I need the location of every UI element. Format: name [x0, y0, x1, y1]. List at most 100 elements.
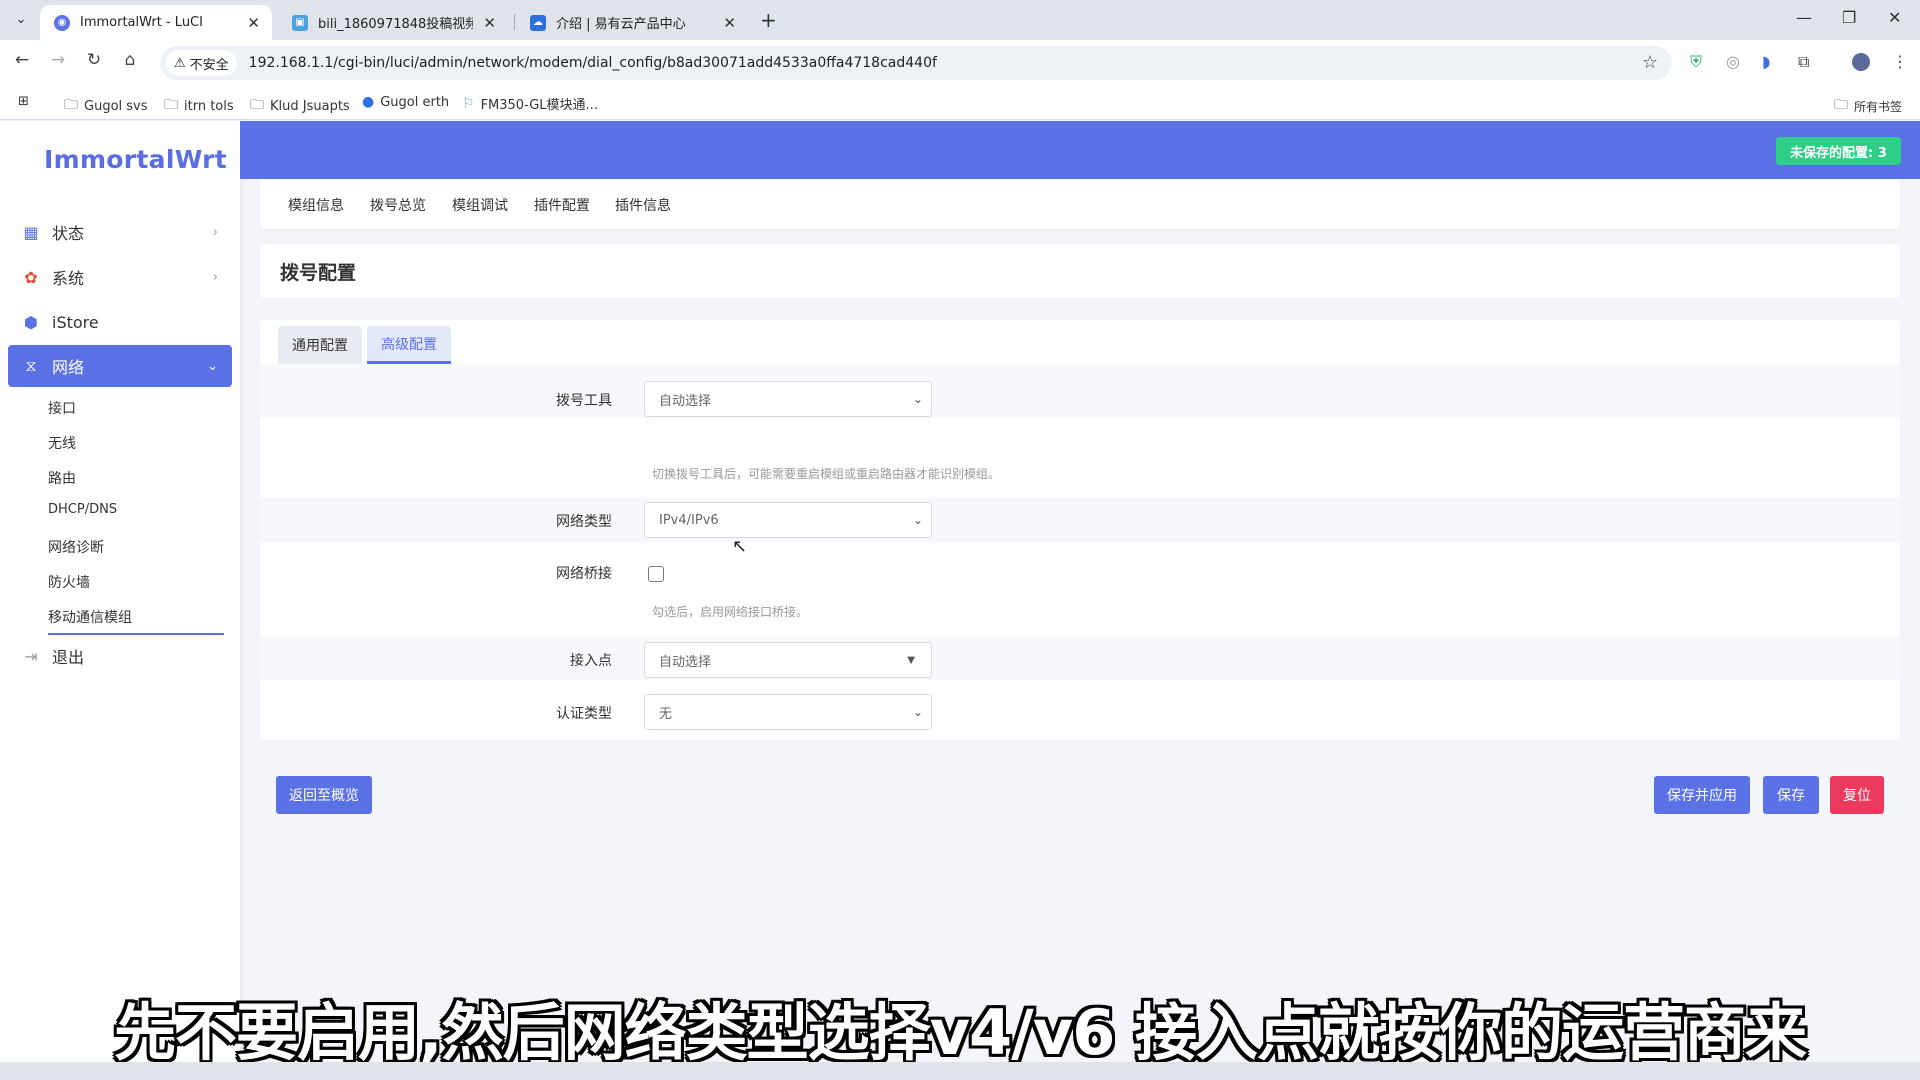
extensions-puzzle-icon[interactable]: ⧉: [1798, 52, 1809, 72]
bilibili-icon: ▣: [292, 14, 308, 31]
network-type-label: 网络类型: [556, 514, 612, 530]
sidebar-sub-routing[interactable]: 路由: [48, 468, 76, 488]
bookmark-fm350[interactable]: ⚐ FM350-GL模块通...: [462, 94, 598, 114]
sidebar-item-system[interactable]: ✿ 系统 ›: [8, 256, 232, 298]
save-button[interactable]: 保存: [1763, 776, 1819, 814]
mouse-cursor-icon: ↖: [732, 536, 748, 557]
folder-icon: 🗀: [64, 97, 78, 113]
address-bar-row: ← → ↻ ⌂ ⚠ 不安全 192.168.1.1/cgi-bin/luci/ad…: [0, 40, 1920, 86]
tab-plugin-config[interactable]: 插件配置: [534, 195, 590, 215]
cloud-icon: ☁: [530, 14, 546, 31]
tab-divider: [514, 14, 515, 30]
forward-arrow-icon[interactable]: →: [46, 50, 70, 70]
sidebar-sub-modem[interactable]: 移动通信模组: [48, 607, 224, 635]
globe-icon: ●: [362, 94, 375, 110]
chevron-down-icon: ⌄: [912, 513, 923, 527]
folder-icon: 🗀: [164, 97, 178, 113]
sidebar-sub-wireless[interactable]: 无线: [48, 433, 76, 453]
apn-combobox[interactable]: 自动选择 ▼: [644, 642, 932, 678]
shield-icon[interactable]: ⛨: [1690, 52, 1702, 72]
dial-tool-hint: 切换拨号工具后，可能需要重启模组或重启路由器才能识别模组。: [652, 467, 1001, 481]
sidebar-item-logout[interactable]: ⇥ 退出: [8, 635, 232, 677]
bookmark-klud-jsuapts[interactable]: 🗀 Klud Jsuapts: [250, 94, 350, 118]
logo[interactable]: ImmortalWrt: [44, 145, 227, 174]
dashboard-icon: ▦: [23, 222, 39, 242]
page-title-card: 拨号配置: [260, 244, 1900, 298]
video-caption: 先不要启用,然后网络类型选择v4/v6 接入点就按你的运营商来: [114, 996, 1807, 1069]
sidebar-item-network[interactable]: ⧖ 网络 ⌄: [8, 345, 232, 387]
menu-kebab-icon[interactable]: ⋮: [1892, 52, 1908, 71]
network-bridge-hint: 勾选后，启用网络接口桥接。: [652, 605, 809, 619]
browser-tab-bilibili[interactable]: ▣ bili_1860971848投稿视频-bili ✕: [278, 5, 508, 40]
browser-tab-bar: ⌄ ◉ ImmortalWrt - LuCI ✕ ▣ bili_18609718…: [0, 0, 1920, 40]
close-icon[interactable]: ✕: [723, 14, 736, 32]
apps-grid-icon[interactable]: ⊞: [18, 94, 29, 109]
network-icon: ⧖: [25, 356, 37, 375]
url-text[interactable]: 192.168.1.1/cgi-bin/luci/admin/network/m…: [249, 55, 937, 71]
cube-icon: ⬢: [24, 312, 38, 332]
header-band: [240, 121, 1920, 179]
bookmark-icon: ⚐: [462, 95, 475, 112]
wireless-icon[interactable]: ◗: [1762, 52, 1770, 71]
close-icon[interactable]: ✕: [483, 14, 496, 32]
chevron-right-icon: ›: [212, 224, 218, 240]
restore-icon[interactable]: ❐: [1842, 8, 1856, 27]
bookmark-itrn-tols[interactable]: 🗀 itrn tols: [164, 94, 234, 118]
tab-dial-overview[interactable]: 拨号总览: [370, 195, 426, 215]
browser-tab-istore[interactable]: ☁ 介绍 | 易有云产品中心 ✕: [516, 5, 748, 40]
sidebar-sub-interfaces[interactable]: 接口: [48, 398, 76, 418]
modem-subnav: 模组信息 拨号总览 模组调试 插件配置 插件信息: [260, 179, 1900, 229]
gear-icon: ✿: [24, 267, 38, 287]
auth-type-label: 认证类型: [556, 706, 612, 722]
chevron-right-icon: ›: [212, 269, 218, 285]
tab-module-debug[interactable]: 模组调试: [452, 195, 508, 215]
caret-down-icon: ▼: [907, 654, 915, 666]
folder-icon: 🗀: [1834, 97, 1848, 113]
os-taskbar: [0, 1062, 1920, 1080]
bookmark-gugol-svs[interactable]: 🗀 Gugol svs: [64, 94, 148, 118]
extension-circle-icon[interactable]: ◎: [1726, 52, 1740, 71]
reload-icon[interactable]: ↻: [82, 50, 106, 70]
sidebar: ImmortalWrt ▦ 状态 › ✿ 系统 › ⬢ iStore ⧖ 网络 …: [0, 121, 240, 1080]
all-bookmarks[interactable]: 🗀 所有书签: [1834, 94, 1902, 118]
network-bridge-checkbox[interactable]: [648, 566, 664, 582]
chevron-down-icon: ⌄: [912, 705, 923, 719]
tab-plugin-info[interactable]: 插件信息: [615, 195, 671, 215]
bookmarks-bar: ⊞ 🗀 Gugol svs 🗀 itrn tols 🗀 Klud Jsuapts ● G…: [0, 86, 1920, 120]
auth-type-select[interactable]: 无 ⌄: [644, 694, 932, 730]
tab-module-info[interactable]: 模组信息: [288, 195, 344, 215]
globe-icon: ◉: [54, 14, 70, 31]
warning-icon: ⚠: [174, 55, 186, 71]
sidebar-sub-diagnostics[interactable]: 网络诊断: [48, 537, 104, 557]
chevron-down-icon: ⌄: [207, 358, 218, 374]
sidebar-item-status[interactable]: ▦ 状态 ›: [8, 211, 232, 253]
profile-avatar[interactable]: [1852, 53, 1870, 71]
bookmark-gugol-erth[interactable]: ● Gugol erth: [362, 94, 449, 110]
unsaved-changes-badge[interactable]: 未保存的配置: 3: [1776, 137, 1901, 165]
dial-config-form: 通用配置 高级配置 拨号工具 自动选择 ⌄ 切换拨号工具后，可能需要重启模组或重…: [260, 320, 1900, 740]
back-arrow-icon[interactable]: ←: [10, 50, 34, 70]
omnibox[interactable]: ⚠ 不安全 192.168.1.1/cgi-bin/luci/admin/netw…: [160, 46, 1672, 80]
sidebar-sub-dhcp-dns[interactable]: DHCP/DNS: [48, 502, 117, 517]
reset-button[interactable]: 复位: [1830, 776, 1884, 814]
browser-tab-immortalwrt[interactable]: ◉ ImmortalWrt - LuCI ✕: [40, 5, 272, 40]
save-apply-button[interactable]: 保存并应用: [1654, 776, 1750, 814]
apn-label: 接入点: [570, 653, 612, 669]
new-tab-button[interactable]: +: [760, 8, 777, 32]
tab-advanced-config[interactable]: 高级配置: [367, 326, 451, 364]
tab-search-dropdown[interactable]: ⌄: [10, 9, 32, 31]
sidebar-item-istore[interactable]: ⬢ iStore: [8, 301, 232, 343]
dial-tool-select[interactable]: 自动选择 ⌄: [644, 381, 932, 417]
close-icon[interactable]: ✕: [247, 14, 260, 32]
back-to-overview-button[interactable]: 返回至概览: [276, 776, 372, 814]
tab-general-config[interactable]: 通用配置: [278, 326, 362, 364]
network-type-select[interactable]: IPv4/IPv6 ⌄: [644, 502, 932, 538]
chevron-down-icon: ⌄: [912, 392, 923, 406]
logout-icon: ⇥: [24, 646, 38, 666]
security-indicator[interactable]: ⚠ 不安全: [166, 50, 237, 76]
sidebar-sub-firewall[interactable]: 防火墙: [48, 572, 90, 592]
close-window-icon[interactable]: ✕: [1888, 8, 1901, 27]
home-icon[interactable]: ⌂: [118, 50, 142, 70]
bookmark-star-icon[interactable]: ☆: [1642, 52, 1658, 73]
minimize-icon[interactable]: —: [1796, 8, 1812, 27]
